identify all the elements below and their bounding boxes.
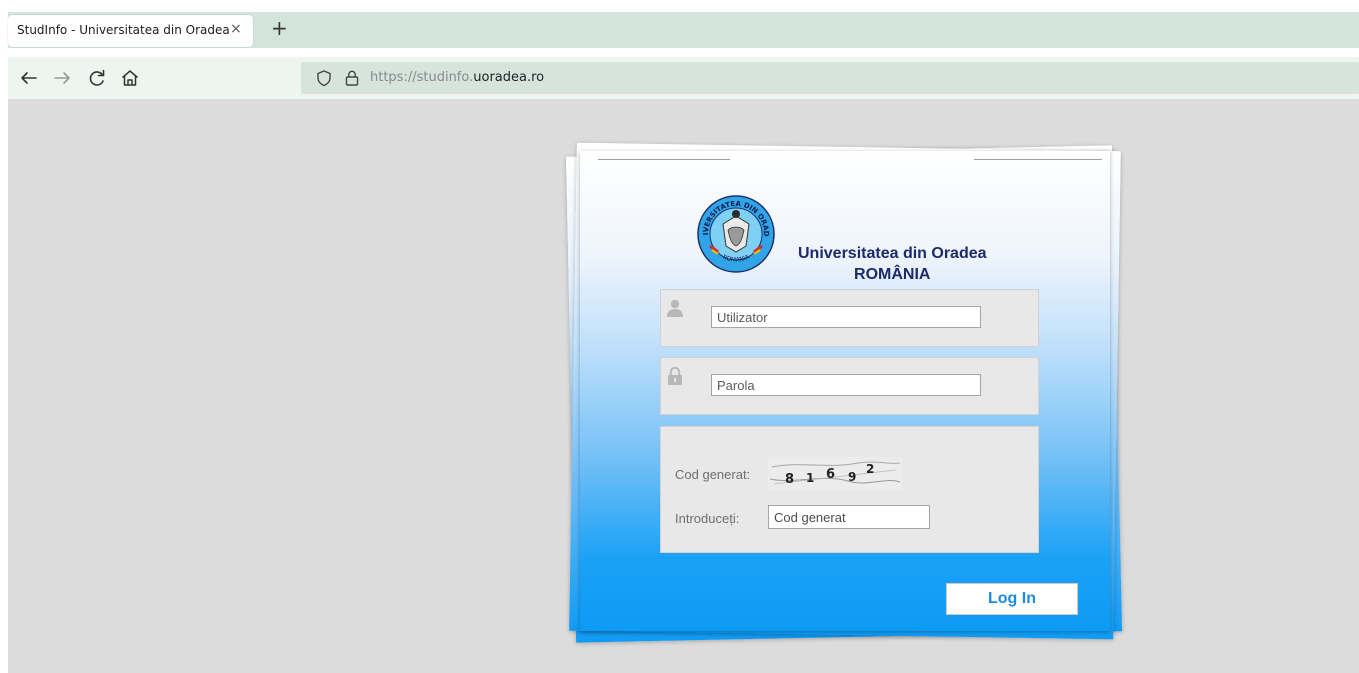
university-name: Universitatea din Oradea — [798, 245, 987, 262]
reload-icon[interactable] — [86, 67, 108, 89]
decorative-line — [974, 159, 1102, 160]
captcha-label: Cod generat: — [675, 467, 751, 482]
captcha-digit: 1 — [806, 471, 814, 485]
password-input[interactable] — [711, 374, 981, 396]
university-title: Universitatea din Oradea ROMÂNIA — [798, 243, 987, 285]
user-icon — [667, 299, 683, 317]
home-icon[interactable] — [119, 67, 141, 89]
captcha-box: Cod generat: 8 1 6 9 2 Introduceți: — [660, 426, 1039, 553]
captcha-digit: 9 — [848, 470, 856, 484]
new-tab-button[interactable]: + — [271, 16, 288, 40]
country-name: ROMÂNIA — [854, 266, 931, 283]
arrow-left-icon[interactable] — [18, 67, 40, 89]
navigation-bar: https://studinfo.uoradea.ro — [8, 57, 1359, 99]
tab-strip: StudInfo - Universitatea din Oradea × + — [8, 12, 1359, 48]
url-text[interactable]: https://studinfo.uoradea.ro — [370, 70, 544, 85]
university-seal-logo: UNIVERSITATEA DIN ORADEA ROMANIA — [696, 194, 775, 273]
captcha-digit: 2 — [866, 462, 874, 476]
captcha-input-label: Introduceți: — [675, 511, 740, 526]
login-card: UNIVERSITATEA DIN ORADEA ROMANIA Univers… — [580, 151, 1110, 631]
padlock-icon — [668, 366, 682, 385]
username-field-box — [660, 289, 1039, 347]
login-button[interactable]: Log In — [946, 583, 1078, 615]
decorative-line — [598, 159, 730, 160]
close-tab-icon[interactable]: × — [230, 21, 242, 37]
tab-studinfo[interactable]: StudInfo - Universitatea din Oradea × — [8, 15, 253, 47]
shield-icon[interactable] — [315, 69, 333, 87]
arrow-right-icon[interactable] — [51, 67, 73, 89]
username-input[interactable] — [711, 306, 981, 328]
browser-window: StudInfo - Universitatea din Oradea × + — [0, 0, 1359, 673]
page-content: UNIVERSITATEA DIN ORADEA ROMANIA Univers… — [8, 99, 1359, 673]
url-prefix: https://studinfo. — [370, 70, 474, 85]
captcha-digit: 8 — [785, 472, 794, 487]
captcha-image: 8 1 6 9 2 — [768, 457, 902, 490]
tab-title: StudInfo - Universitatea din Oradea — [17, 23, 230, 37]
url-host: uoradea.ro — [473, 70, 545, 85]
url-bar[interactable]: https://studinfo.uoradea.ro — [301, 62, 1359, 94]
captcha-digit: 6 — [826, 467, 835, 482]
password-field-box — [660, 357, 1039, 415]
captcha-input[interactable] — [768, 505, 930, 529]
lock-icon[interactable] — [343, 69, 361, 87]
